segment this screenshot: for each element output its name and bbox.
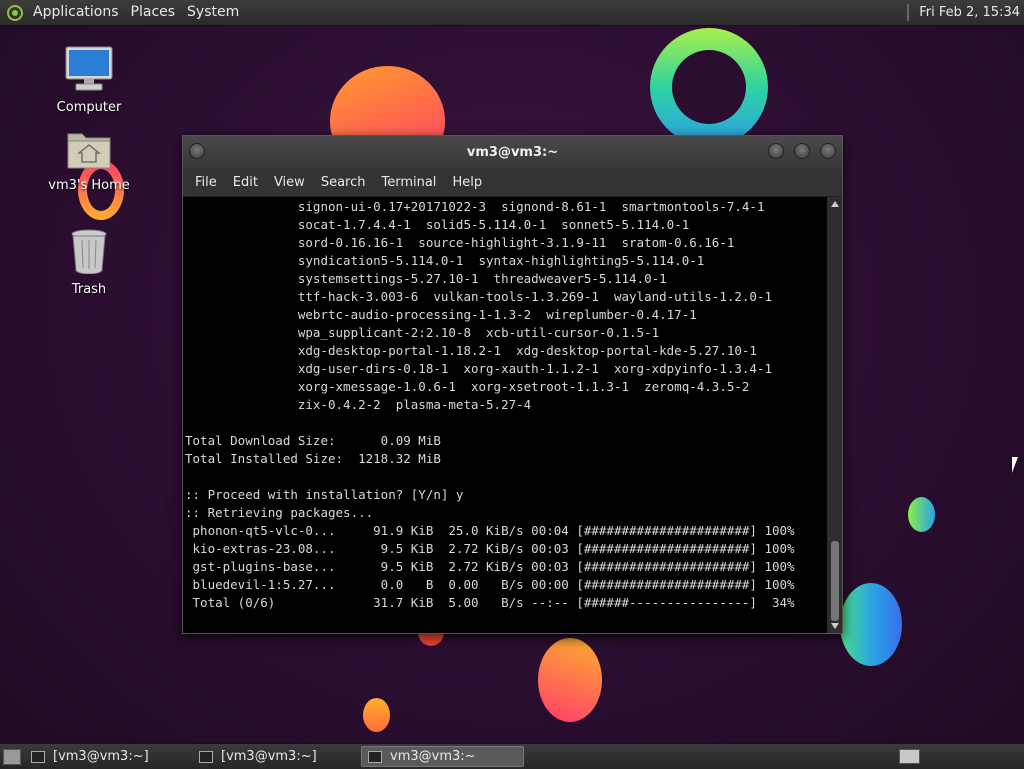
scroll-up-arrow-icon[interactable]	[831, 201, 839, 207]
menu-file[interactable]: File	[187, 169, 225, 196]
window-titlebar[interactable]: vm3@vm3:~	[183, 136, 842, 169]
terminal-text: signon-ui-0.17+20171022-3 signond-8.61-1…	[185, 199, 795, 610]
wallpaper-blob	[908, 497, 935, 532]
maximize-button[interactable]	[794, 143, 810, 159]
show-desktop-icon[interactable]	[3, 748, 21, 765]
terminal-window[interactable]: vm3@vm3:~ File Edit View Search Terminal…	[182, 135, 843, 634]
window-menubar: File Edit View Search Terminal Help	[183, 169, 842, 197]
taskbar-item-label: vm3@vm3:~	[390, 749, 476, 764]
taskbar-item-label: [vm3@vm3:~]	[221, 749, 317, 764]
desktop-icon-computer[interactable]: Computer	[44, 46, 134, 115]
menu-system[interactable]: System	[181, 0, 245, 25]
taskbar-item[interactable]: [vm3@vm3:~]	[25, 746, 188, 767]
home-folder-icon	[67, 133, 111, 169]
desktop-icon-label: vm3's Home	[48, 178, 130, 193]
scroll-down-arrow-icon[interactable]	[831, 623, 839, 629]
menu-terminal[interactable]: Terminal	[373, 169, 444, 196]
wallpaper-ring	[650, 28, 768, 146]
terminal-scrollbar[interactable]	[828, 197, 842, 633]
terminal-icon	[368, 750, 382, 763]
menu-edit[interactable]: Edit	[225, 169, 266, 196]
close-button[interactable]	[820, 143, 836, 159]
wallpaper-blob	[363, 698, 390, 732]
desktop-icon-label: Trash	[71, 282, 107, 297]
menu-applications[interactable]: Applications	[27, 0, 125, 25]
wallpaper-blob	[538, 638, 602, 722]
terminal-icon	[31, 750, 45, 763]
scroll-thumb[interactable]	[831, 541, 839, 621]
window-menu-button[interactable]	[189, 143, 205, 159]
desktop-icon-home[interactable]: vm3's Home	[44, 128, 134, 193]
minimize-button[interactable]	[768, 143, 784, 159]
mouse-cursor-icon	[1012, 457, 1024, 473]
bottom-panel: [vm3@vm3:~] [vm3@vm3:~] vm3@vm3:~	[0, 743, 1024, 769]
taskbar-item[interactable]: [vm3@vm3:~]	[193, 746, 356, 767]
top-panel: Applications Places System Fri Feb 2, 15…	[0, 0, 1024, 26]
clock[interactable]: Fri Feb 2, 15:34	[919, 5, 1024, 20]
clock-area: Fri Feb 2, 15:34	[907, 0, 1024, 25]
taskbar-item-label: [vm3@vm3:~]	[53, 749, 149, 764]
desktop-icon-label: Computer	[56, 100, 122, 115]
trash-icon	[71, 229, 107, 275]
workspace-switcher[interactable]	[899, 749, 920, 764]
terminal-output[interactable]: signon-ui-0.17+20171022-3 signond-8.61-1…	[183, 197, 827, 633]
panel-separator	[907, 4, 910, 21]
computer-icon	[65, 46, 113, 91]
menu-view[interactable]: View	[266, 169, 313, 196]
desktop-icon-trash[interactable]: Trash	[44, 228, 134, 297]
menu-search[interactable]: Search	[313, 169, 374, 196]
taskbar-item-active[interactable]: vm3@vm3:~	[361, 746, 524, 767]
window-title: vm3@vm3:~	[466, 145, 559, 160]
wallpaper-blob	[840, 583, 902, 666]
menu-places[interactable]: Places	[125, 0, 182, 25]
distro-logo-icon[interactable]	[7, 4, 23, 21]
terminal-icon	[199, 750, 213, 763]
menu-help[interactable]: Help	[444, 169, 490, 196]
